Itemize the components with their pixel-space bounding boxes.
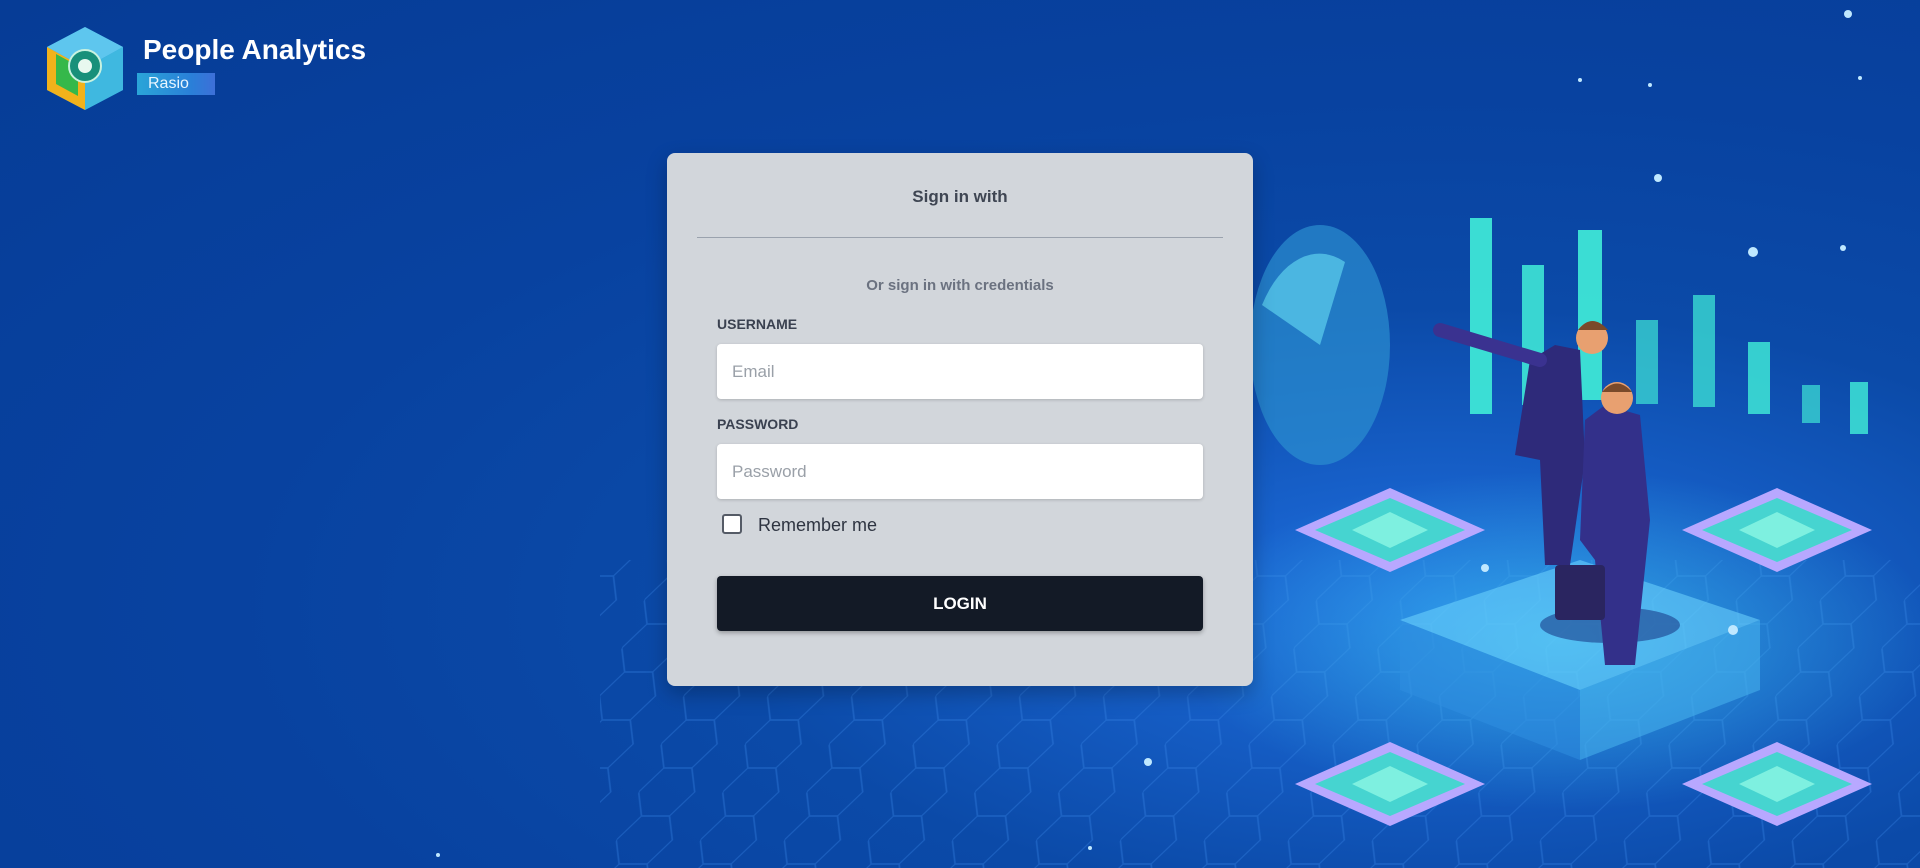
login-card: Sign in with Or sign in with credentials… [667,153,1253,686]
divider [697,237,1223,238]
pie-chart-icon [1250,225,1390,465]
sign-in-heading: Sign in with [912,187,1008,206]
remember-me-label[interactable]: Remember me [758,515,877,536]
password-input[interactable] [717,444,1203,499]
credentials-subheading: Or sign in with credentials [866,277,1054,294]
app-title: People Analytics [143,34,367,65]
hexagon-cube-logo-icon [47,27,123,110]
username-label: USERNAME [717,316,798,332]
app-badge: Rasio [137,73,215,95]
password-label: PASSWORD [717,416,799,432]
login-button[interactable]: LOGIN [717,576,1203,631]
username-input[interactable] [717,344,1203,399]
remember-me-checkbox[interactable] [722,514,742,534]
